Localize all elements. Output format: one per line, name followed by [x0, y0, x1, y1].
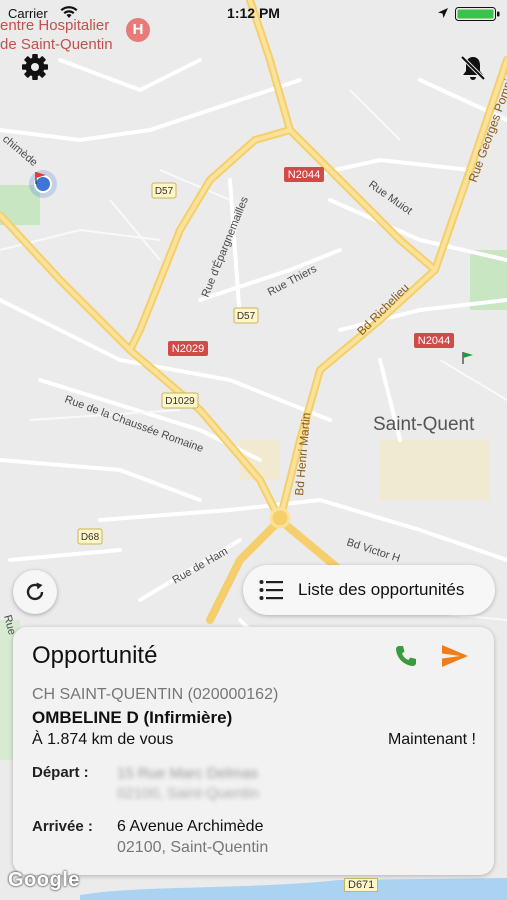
- settings-button[interactable]: [20, 52, 50, 82]
- road-shield-d57-top: D57: [151, 182, 177, 199]
- google-logo: Google: [8, 869, 80, 891]
- opportunities-list-label: Liste des opportunités: [298, 580, 465, 599]
- road-shield-d671: D671: [344, 878, 379, 892]
- refresh-button[interactable]: [13, 570, 57, 614]
- hospital-label-line2: de Saint-Quentin: [0, 36, 113, 53]
- roundabout: [269, 507, 291, 529]
- hospital-name: CH SAINT-QUENTIN (020000162): [32, 686, 279, 703]
- arrival-label: Arrivée :: [32, 818, 93, 835]
- road-shield-n2044-right: N2044: [414, 333, 454, 348]
- svg-text:N2044: N2044: [288, 169, 320, 181]
- bell-off-icon: [460, 55, 486, 81]
- svg-text:N2044: N2044: [418, 335, 450, 347]
- location-arrow-icon: [437, 7, 449, 22]
- opportunity-card[interactable]: Opportunité CH SAINT-QUENTIN (020000162)…: [13, 627, 494, 875]
- svg-text:D1029: D1029: [165, 396, 195, 407]
- call-button[interactable]: [393, 643, 419, 674]
- phone-icon: [396, 646, 416, 666]
- arrival-address-line1: 6 Avenue Archimède: [117, 818, 264, 835]
- departure-address-line1: 15 Rue Marc Delmas: [117, 765, 258, 782]
- city-centre-area: [380, 440, 490, 500]
- road-shield-n2044-top: N2044: [284, 167, 324, 182]
- battery-icon: [455, 7, 501, 24]
- notifications-toggle-button[interactable]: [457, 52, 489, 84]
- arrival-address-line2: 02100, Saint-Quentin: [117, 839, 269, 856]
- destination-marker[interactable]: [29, 170, 57, 198]
- departure-label: Départ :: [32, 764, 89, 781]
- road-shield-n2029: N2029: [168, 341, 208, 356]
- hospital-map-label[interactable]: entre Hospitalier de Saint-Quentin H: [0, 16, 150, 54]
- svg-text:D57: D57: [155, 186, 174, 197]
- person-name: OMBELINE D (Infirmière): [32, 708, 233, 727]
- navigate-send-button[interactable]: [441, 643, 469, 674]
- city-label: Saint-Quent: [373, 414, 475, 435]
- hospital-label-line1: entre Hospitalier: [0, 17, 110, 34]
- card-title: Opportunité: [32, 642, 158, 669]
- list-icon: [259, 579, 283, 606]
- svg-text:D68: D68: [81, 532, 100, 543]
- distance-text: À 1.874 km de vous: [32, 731, 174, 748]
- gear-icon: [22, 54, 48, 80]
- hospital-pin-icon[interactable]: H: [126, 18, 150, 42]
- road-shield-d68: D68: [77, 528, 103, 545]
- road-shield-d1029: D1029: [161, 392, 199, 409]
- opportunities-list-button[interactable]: Liste des opportunités: [243, 565, 495, 615]
- svg-text:D57: D57: [237, 311, 256, 322]
- departure-address-line2: 02100, Saint-Quentin: [117, 785, 259, 802]
- send-icon: [442, 645, 468, 667]
- timing-text: Maintenant !: [387, 731, 476, 748]
- road-shield-d57-mid: D57: [233, 307, 259, 324]
- refresh-icon: [26, 582, 44, 601]
- svg-text:N2029: N2029: [172, 343, 204, 355]
